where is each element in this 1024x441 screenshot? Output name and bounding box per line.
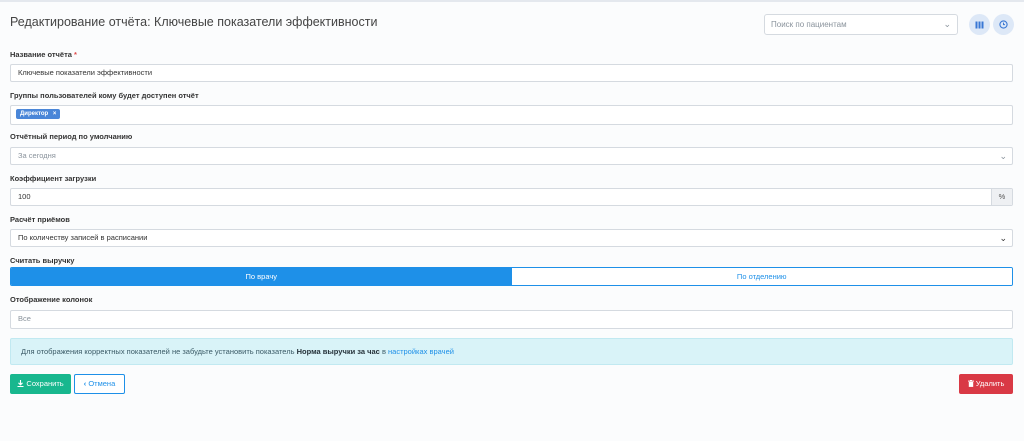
delete-button[interactable]: Удалить xyxy=(959,374,1013,394)
history-button[interactable] xyxy=(993,14,1014,35)
alert-bold-text: Норма выручки за час xyxy=(296,347,380,356)
info-alert: Для отображения корректных показателей н… xyxy=(10,338,1013,365)
appointments-calc-select[interactable]: По количеству записей в расписании ⌄ xyxy=(10,229,1013,247)
save-label: Сохранить xyxy=(26,379,64,388)
load-coefficient-input[interactable]: 100 % xyxy=(10,188,1013,206)
tag-remove-icon[interactable]: × xyxy=(53,111,57,117)
default-period-value: За сегодня xyxy=(18,151,56,160)
chevron-down-icon: ⌄ xyxy=(943,19,951,29)
clock-icon xyxy=(999,20,1008,29)
columns-display-select[interactable]: Все xyxy=(10,310,1013,329)
chevron-left-icon: ‹ xyxy=(83,379,87,388)
report-name-label-text: Название отчёта xyxy=(10,50,72,59)
group-tag-director: Директор × xyxy=(16,109,61,119)
chevron-down-icon: ⌄ xyxy=(999,151,1007,161)
trash-icon xyxy=(967,380,974,387)
cancel-label: Отмена xyxy=(88,379,116,388)
report-name-value: Ключевые показатели эффективности xyxy=(18,68,153,77)
default-period-select[interactable]: За сегодня ⌄ xyxy=(10,147,1013,165)
alert-text-mid: в xyxy=(379,347,389,356)
revenue-label: Считать выручку xyxy=(10,256,75,265)
patient-search-select[interactable]: Поиск по пациентам ⌄ xyxy=(764,14,958,35)
columns-icon xyxy=(975,21,984,28)
revenue-option-department[interactable]: По отделению xyxy=(511,268,1012,285)
load-coefficient-label: Коэффициент загрузки xyxy=(10,174,97,183)
save-button[interactable]: Сохранить xyxy=(10,374,71,394)
page-title: Редактирование отчёта: Ключевые показате… xyxy=(10,15,378,29)
load-coefficient-value: 100 xyxy=(18,192,31,201)
user-groups-multiselect[interactable]: Директор × xyxy=(10,105,1013,125)
report-edit-page: Редактирование отчёта: Ключевые показате… xyxy=(0,2,1024,441)
download-icon xyxy=(17,380,24,388)
patient-search-placeholder: Поиск по пациентам xyxy=(771,20,847,29)
columns-display-label: Отображение колонок xyxy=(10,295,93,304)
chevron-down-icon: ⌄ xyxy=(999,233,1007,243)
percent-addon: % xyxy=(991,189,1012,205)
default-period-label: Отчётный период по умолчанию xyxy=(10,132,133,141)
required-mark: * xyxy=(74,50,77,59)
columns-display-value: Все xyxy=(18,314,31,323)
cancel-button[interactable]: ‹ Отмена xyxy=(74,374,125,394)
columns-button[interactable] xyxy=(969,14,990,35)
group-tag-label: Директор xyxy=(20,111,49,117)
appointments-calc-value: По количеству записей в расписании xyxy=(18,233,148,242)
alert-text: Для отображения корректных показателей н… xyxy=(21,347,297,356)
doctor-settings-link[interactable]: настройках врачей xyxy=(388,347,454,356)
delete-label: Удалить xyxy=(975,379,1005,388)
user-groups-label: Группы пользователей кому будет доступен… xyxy=(10,91,199,100)
revenue-option-doctor[interactable]: По врачу xyxy=(11,268,512,285)
report-name-input[interactable]: Ключевые показатели эффективности xyxy=(10,64,1013,82)
report-name-label: Название отчёта * xyxy=(10,50,77,59)
revenue-toggle: По врачу По отделению xyxy=(10,267,1013,286)
appointments-calc-label: Расчёт приёмов xyxy=(10,215,70,224)
